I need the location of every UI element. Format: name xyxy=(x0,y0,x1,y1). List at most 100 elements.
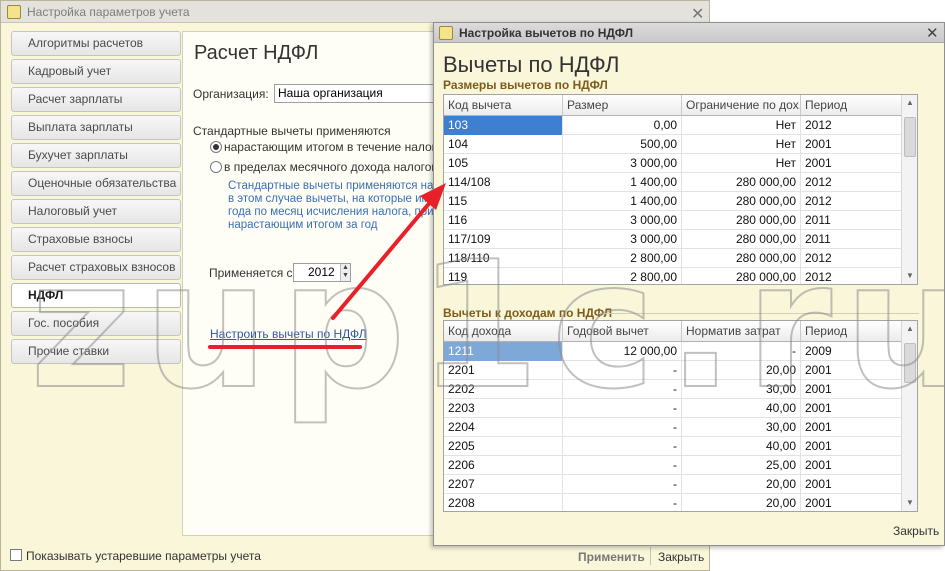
nav-item[interactable]: НДФЛ xyxy=(11,283,181,308)
table-row[interactable]: 2202-30,00 2001 xyxy=(444,380,917,399)
table-cell: 280 000,00 xyxy=(682,211,801,230)
column-header[interactable]: Ограничение по дох... xyxy=(682,95,801,116)
table-cell: 1211 xyxy=(444,342,563,361)
table-cell: 104 xyxy=(444,135,563,154)
column-header[interactable]: Норматив затрат xyxy=(682,321,801,342)
table-row[interactable]: 2207-20,00 2001 xyxy=(444,475,917,494)
scroll-up-icon[interactable]: ▲ xyxy=(902,95,917,111)
table-row[interactable]: 104 500,00 Нет 2001 xyxy=(444,135,917,154)
hint-text: Стандартные вычеты применяются нара в эт… xyxy=(228,180,438,232)
table-row[interactable]: 116 3 000,00 280 000,00 2011 xyxy=(444,211,917,230)
column-header[interactable]: Код дохода xyxy=(444,321,563,342)
nav-item[interactable]: Налоговый учет xyxy=(11,199,181,224)
table-row[interactable]: 2201-20,00 2001 xyxy=(444,361,917,380)
table-cell: 280 000,00 xyxy=(682,230,801,249)
apply-button[interactable]: Применить xyxy=(578,550,645,564)
scroll-thumb[interactable] xyxy=(904,343,916,383)
nav-item[interactable]: Расчет зарплаты xyxy=(11,87,181,112)
table-cell: 2001 xyxy=(801,437,902,456)
table-cell: 117/109 xyxy=(444,230,563,249)
table-cell: 114/108 xyxy=(444,173,563,192)
table-cell: 2012 xyxy=(801,116,902,135)
table-row[interactable]: 117/109 3 000,00 280 000,00 2011 xyxy=(444,230,917,249)
column-header[interactable]: Период xyxy=(801,95,902,116)
table-row[interactable]: 2206-25,00 2001 xyxy=(444,456,917,475)
nav-item[interactable]: Выплата зарплаты xyxy=(11,115,181,140)
year-spinner[interactable]: ▲ ▼ xyxy=(340,264,350,281)
table-cell: 2001 xyxy=(801,399,902,418)
table-cell: 2012 xyxy=(801,192,902,211)
table-cell: - xyxy=(563,494,682,511)
table-cell: 2001 xyxy=(801,154,902,173)
table-cell: 105 xyxy=(444,154,563,173)
table-cell: 2206 xyxy=(444,456,563,475)
table-cell: 25,00 xyxy=(682,456,801,475)
table-cell: 2012 xyxy=(801,268,902,284)
table-cell: 2001 xyxy=(801,135,902,154)
table-cell: 2208 xyxy=(444,494,563,511)
close-icon[interactable]: ✕ xyxy=(926,24,939,42)
scroll-down-icon[interactable]: ▼ xyxy=(902,268,917,284)
table-cell: 30,00 xyxy=(682,380,801,399)
vertical-scrollbar[interactable]: ▲ ▼ xyxy=(901,95,917,284)
app-icon xyxy=(439,25,453,40)
close-button[interactable]: Закрыть xyxy=(893,524,939,538)
org-field[interactable]: Наша организация xyxy=(274,84,444,103)
table-row[interactable]: 2204-30,00 2001 xyxy=(444,418,917,437)
table-cell: 280 000,00 xyxy=(682,268,801,284)
column-header[interactable]: Размер xyxy=(563,95,682,116)
table-row[interactable]: 115 1 400,00 280 000,00 2012 xyxy=(444,192,917,211)
setup-deductions-link[interactable]: Настроить вычеты по НДФЛ xyxy=(210,327,367,341)
column-header[interactable]: Период xyxy=(801,321,902,342)
table-row[interactable]: 103 0,00 Нет 2012 xyxy=(444,116,917,135)
scroll-up-icon[interactable]: ▲ xyxy=(902,321,917,337)
table-cell: 2 800,00 xyxy=(563,268,682,284)
table-row[interactable]: 2205-40,00 2001 xyxy=(444,437,917,456)
table-row[interactable]: 119 2 800,00 280 000,00 2012 xyxy=(444,268,917,284)
show-obsolete-checkbox[interactable] xyxy=(10,549,22,561)
table-cell: 3 000,00 xyxy=(563,211,682,230)
table-row[interactable]: 114/108 1 400,00 280 000,00 2012 xyxy=(444,173,917,192)
table-cell: 2012 xyxy=(801,173,902,192)
table-cell: 280 000,00 xyxy=(682,249,801,268)
table-cell: 2001 xyxy=(801,456,902,475)
table-row[interactable]: 2208-20,00 2001 xyxy=(444,494,917,511)
table-cell: 2011 xyxy=(801,230,902,249)
table-cell: 2205 xyxy=(444,437,563,456)
table-row[interactable]: 2203-40,00 2001 xyxy=(444,399,917,418)
table-cell: 12 000,00 xyxy=(563,342,682,361)
table-cell: 2012 xyxy=(801,249,902,268)
vertical-scrollbar[interactable]: ▲ ▼ xyxy=(901,321,917,511)
scroll-down-icon[interactable]: ▼ xyxy=(902,495,917,511)
nav-item[interactable]: Страховые взносы xyxy=(11,227,181,252)
hint-line: Стандартные вычеты применяются нара xyxy=(228,180,438,192)
page-title: Вычеты по НДФЛ xyxy=(443,52,620,77)
nav-item[interactable]: Прочие ставки xyxy=(11,339,181,364)
income-deductions-table: Код дохода Годовой вычет Норматив затрат Пе… xyxy=(443,320,918,512)
table-cell: 20,00 xyxy=(682,494,801,511)
table-row[interactable]: 1211 12 000,00-2009 xyxy=(444,342,917,361)
nav-item[interactable]: Кадровый учет xyxy=(11,59,181,84)
column-header[interactable]: Годовой вычет xyxy=(563,321,682,342)
scroll-thumb[interactable] xyxy=(904,117,916,157)
nav-item[interactable]: Расчет страховых взносов xyxy=(11,255,181,280)
table-cell: 280 000,00 xyxy=(682,192,801,211)
table-cell: - xyxy=(563,475,682,494)
close-button[interactable]: Закрыть xyxy=(658,550,704,564)
radio-monthly[interactable] xyxy=(210,161,222,173)
nav-item[interactable]: Алгоритмы расчетов xyxy=(11,31,181,56)
hint-line: в этом случае вычеты, на которые имее xyxy=(228,193,438,205)
deductions-window: Настройка вычетов по НДФЛ ✕ Вычеты по НД… xyxy=(433,22,945,546)
org-label: Организация: xyxy=(193,87,269,101)
table-row[interactable]: 105 3 000,00 Нет 2001 xyxy=(444,154,917,173)
column-header[interactable]: Код вычета xyxy=(444,95,563,116)
settings-nav: Алгоритмы расчетов Кадровый учет Расчет за… xyxy=(11,31,183,367)
nav-item[interactable]: Оценочные обязательства xyxy=(11,171,181,196)
nav-item[interactable]: Бухучет зарплаты xyxy=(11,143,181,168)
nav-item[interactable]: Гос. пособия xyxy=(11,311,181,336)
table-cell: 2202 xyxy=(444,380,563,399)
radio-cumulative[interactable] xyxy=(210,141,222,153)
table-row[interactable]: 118/110 2 800,00 280 000,00 2012 xyxy=(444,249,917,268)
table-cell: 2204 xyxy=(444,418,563,437)
close-icon[interactable]: ✕ xyxy=(691,4,704,24)
